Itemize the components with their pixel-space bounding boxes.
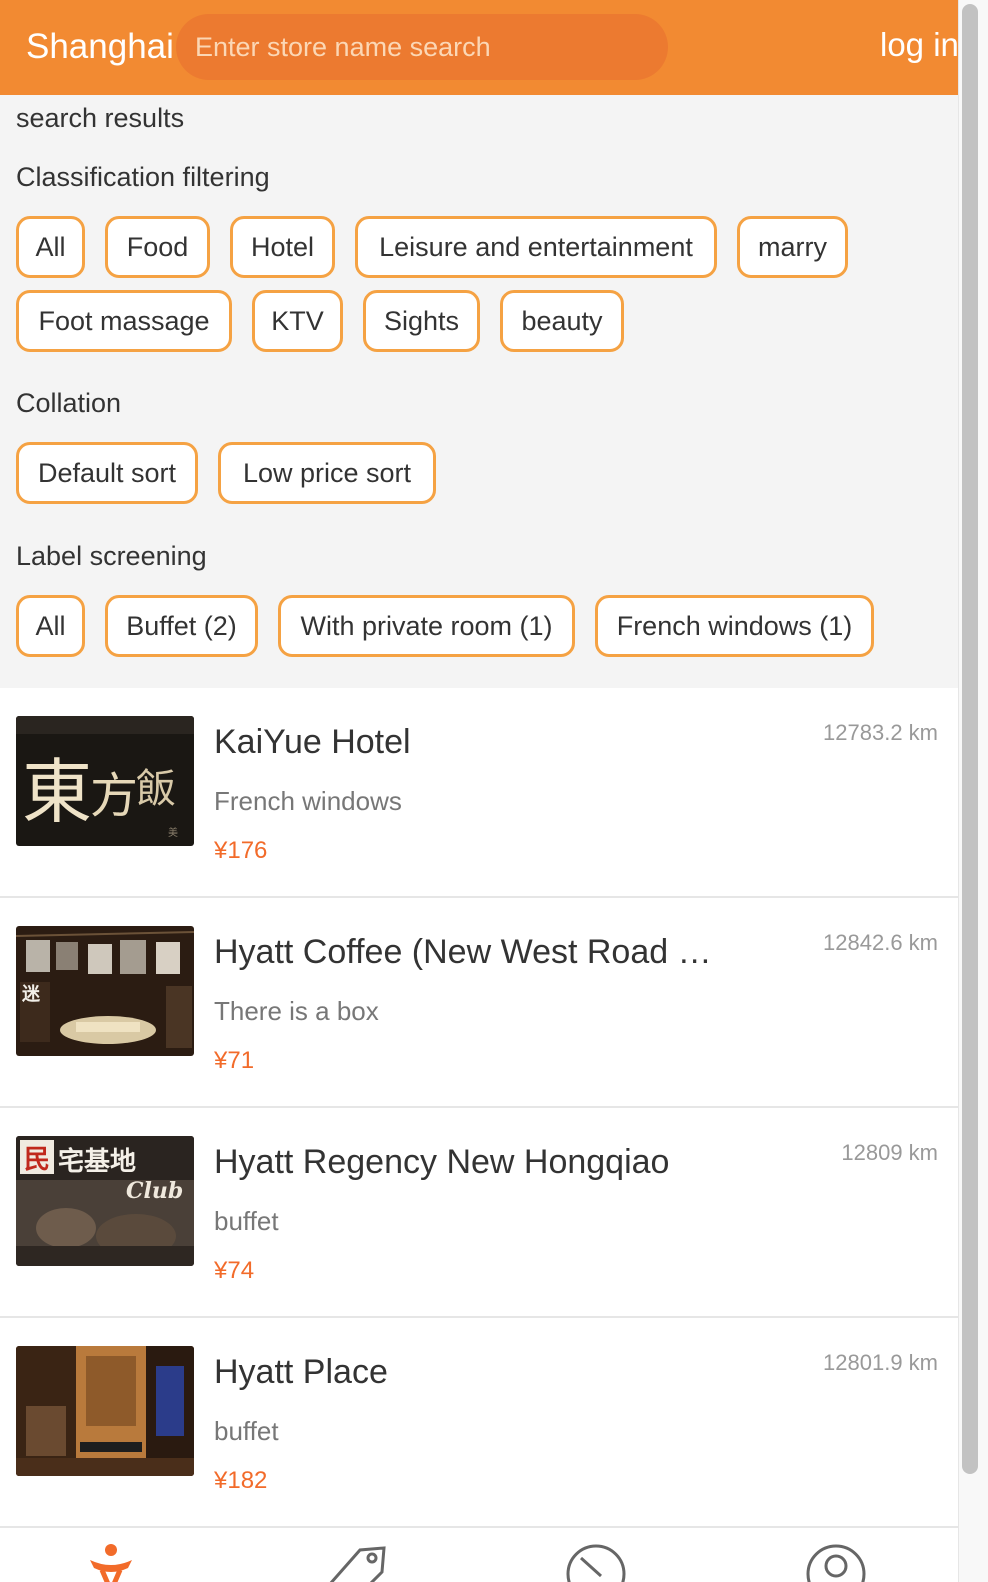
bottom-tab-bar xyxy=(0,1526,958,1582)
store-list-item[interactable]: 東 方 飯 美 KaiYue Hotel French windows ¥176… xyxy=(0,688,958,898)
category-chip-marry[interactable]: marry xyxy=(737,216,848,278)
svg-text:迷: 迷 xyxy=(21,984,41,1005)
search-placeholder: Enter store name search xyxy=(195,32,491,62)
label-chip-french-windows[interactable]: French windows (1) xyxy=(595,595,874,657)
category-chip-food[interactable]: Food xyxy=(105,216,210,278)
store-distance: 12842.6 km xyxy=(823,930,938,955)
scrollbar-thumb[interactable] xyxy=(962,4,978,1474)
svg-text:東: 東 xyxy=(22,751,92,833)
store-thumbnail: 迷 xyxy=(16,926,194,1056)
store-tag: buffet xyxy=(214,1206,279,1236)
store-name: Hyatt Coffee (New West Road Shop) xyxy=(214,933,714,971)
category-chip-leisure[interactable]: Leisure and entertainment xyxy=(355,216,717,278)
label-chip-all[interactable]: All xyxy=(16,595,85,657)
store-name: Hyatt Place xyxy=(214,1353,388,1391)
store-name: Hyatt Regency New Hongqiao xyxy=(214,1143,670,1181)
store-distance: 12809 km xyxy=(841,1140,938,1165)
category-chip-ktv[interactable]: KTV xyxy=(252,290,343,352)
svg-text:美: 美 xyxy=(168,826,178,839)
store-price: ¥182 xyxy=(214,1467,268,1494)
user-profile-icon[interactable] xyxy=(801,1536,871,1582)
collation-label: Collation xyxy=(16,388,122,418)
login-link[interactable]: log in xyxy=(880,22,959,68)
store-thumbnail: 民 宅基地 Club xyxy=(16,1136,194,1266)
category-chip-beauty[interactable]: beauty xyxy=(500,290,624,352)
category-chip-sights[interactable]: Sights xyxy=(363,290,480,352)
sort-low-price-chip[interactable]: Low price sort xyxy=(218,442,436,504)
category-chip-hotel[interactable]: Hotel xyxy=(230,216,335,278)
label-chip-private-room[interactable]: With private room (1) xyxy=(278,595,575,657)
category-chip-all[interactable]: All xyxy=(16,216,85,278)
store-list-item[interactable]: 民 宅基地 Club Hyatt Regency New Hongqiao bu… xyxy=(0,1108,958,1318)
store-distance: 12801.9 km xyxy=(823,1350,938,1375)
store-list-item[interactable]: Hyatt Place buffet ¥182 12801.9 km xyxy=(0,1318,958,1528)
svg-text:民: 民 xyxy=(24,1145,50,1175)
label-chip-buffet[interactable]: Buffet (2) xyxy=(105,595,258,657)
store-tag: French windows xyxy=(214,786,402,816)
filter-panel: search results Classification filtering … xyxy=(0,95,958,688)
store-price: ¥71 xyxy=(214,1047,255,1074)
category-chip-foot-massage[interactable]: Foot massage xyxy=(16,290,232,352)
label-screening-label: Label screening xyxy=(16,541,207,571)
classification-label: Classification filtering xyxy=(16,162,270,192)
svg-text:方: 方 xyxy=(90,768,138,824)
compass-icon[interactable] xyxy=(561,1536,631,1582)
store-list-item[interactable]: 迷 Hyatt Coffee (New West Road Shop) Ther… xyxy=(0,898,958,1108)
store-distance: 12783.2 km xyxy=(823,720,938,745)
city-selector[interactable]: Shanghai xyxy=(26,22,174,72)
search-results-title: search results xyxy=(16,103,185,133)
home-person-icon[interactable] xyxy=(76,1536,146,1582)
store-price: ¥74 xyxy=(214,1257,255,1284)
store-name: KaiYue Hotel xyxy=(214,723,411,761)
store-search-input[interactable]: Enter store name search xyxy=(176,14,668,80)
store-thumbnail xyxy=(16,1346,194,1476)
store-tag: There is a box xyxy=(214,996,379,1026)
store-tag: buffet xyxy=(214,1416,279,1446)
svg-text:飯: 飯 xyxy=(136,766,176,812)
top-header: Shanghai Enter store name search log in xyxy=(0,0,965,95)
app-root: Shanghai Enter store name search log in … xyxy=(0,0,988,1582)
svg-text:Club: Club xyxy=(126,1178,183,1204)
sort-default-chip[interactable]: Default sort xyxy=(16,442,198,504)
store-thumbnail: 東 方 飯 美 xyxy=(16,716,194,846)
coupon-tag-icon[interactable] xyxy=(322,1536,392,1582)
store-price: ¥176 xyxy=(214,837,268,864)
svg-text:宅基地: 宅基地 xyxy=(58,1146,136,1177)
